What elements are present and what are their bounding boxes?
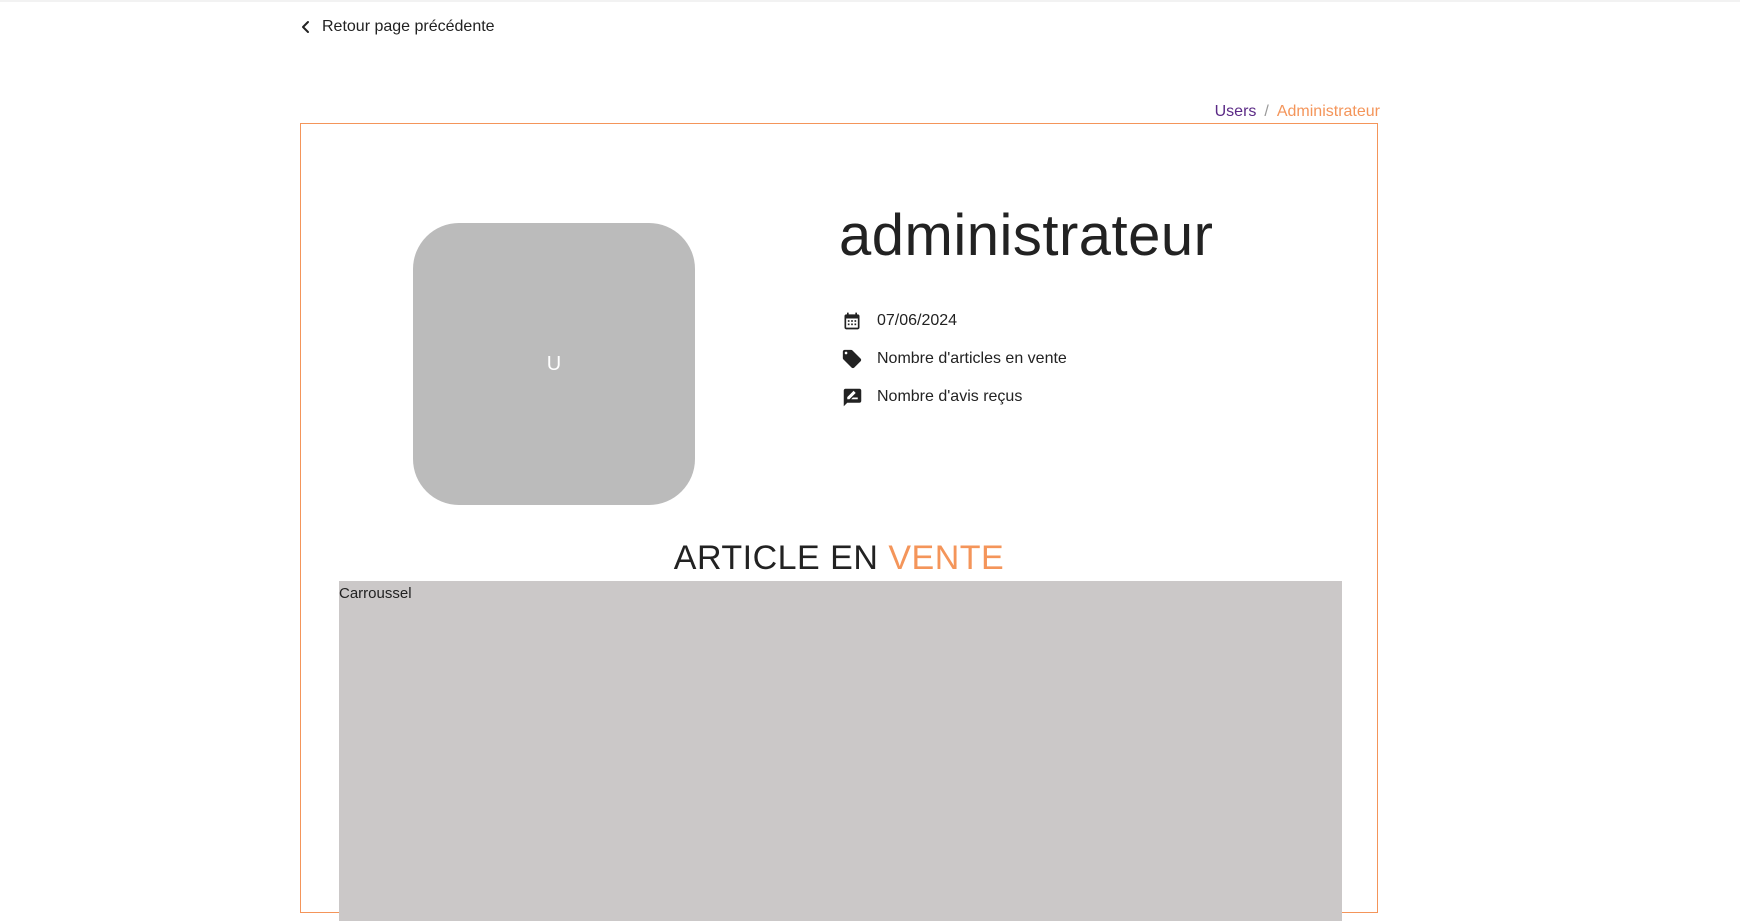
breadcrumb-current: Administrateur	[1276, 103, 1380, 120]
breadcrumb-users-link[interactable]: Users	[1215, 103, 1257, 121]
tag-icon	[841, 348, 863, 370]
breadcrumb-separator: /	[1264, 103, 1269, 120]
section-title-accent: VENTE	[888, 539, 1005, 577]
back-link-label[interactable]: Retour page précédente	[322, 18, 495, 36]
avatar-initial: U	[546, 352, 562, 375]
info-reviews-text: Nombre d'avis reçus	[877, 388, 1023, 405]
rate-review-icon	[841, 386, 863, 408]
profile-info-list: 07/06/2024 Nombre d'articles en vente No…	[841, 302, 1067, 416]
profile-card: U administrateur 07/06/2024 Nombre d'art…	[300, 123, 1378, 921]
back-link[interactable]: Retour page précédente	[300, 18, 495, 36]
carousel[interactable]: Carroussel	[339, 581, 1342, 921]
breadcrumb: Users / Administrateur	[1215, 103, 1380, 121]
info-row-articles: Nombre d'articles en vente	[841, 340, 1067, 378]
profile-name: administrateur	[839, 203, 1214, 268]
section-title-main: ARTICLE EN	[673, 539, 889, 577]
top-divider	[0, 0, 1740, 2]
chevron-left-icon	[302, 21, 309, 33]
section-title: ARTICLE EN VENTE	[301, 539, 1377, 578]
info-row-reviews: Nombre d'avis reçus	[841, 378, 1067, 416]
info-row-date: 07/06/2024	[841, 302, 1067, 340]
info-date-text: 07/06/2024	[877, 312, 958, 329]
info-articles-text: Nombre d'articles en vente	[877, 350, 1067, 367]
avatar: U	[413, 223, 695, 505]
carousel-label: Carroussel	[339, 585, 412, 602]
calendar-icon	[841, 310, 863, 332]
